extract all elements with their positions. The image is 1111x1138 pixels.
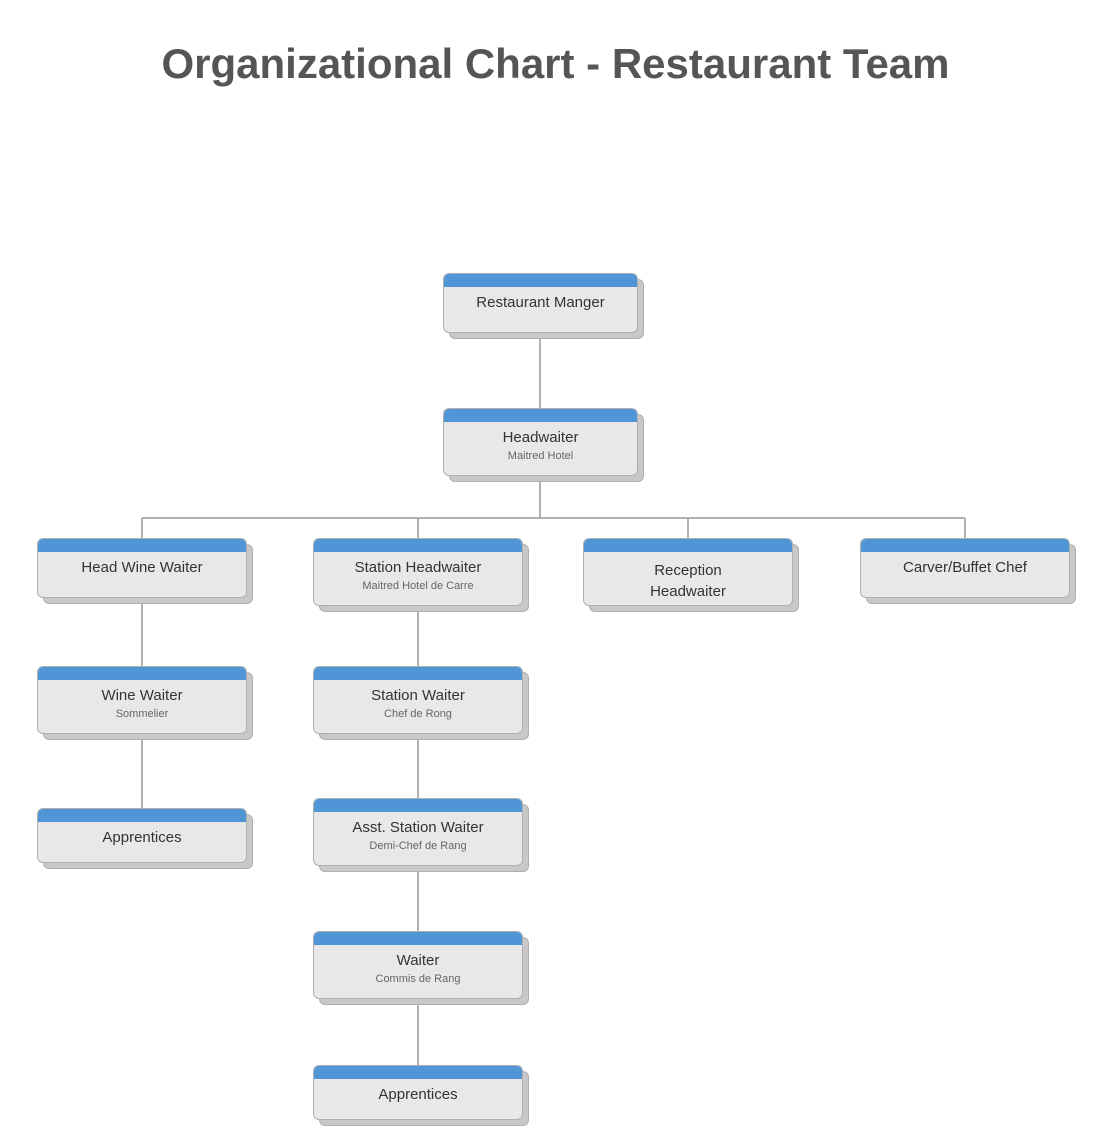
wine-waiter-label: Wine Waiter [38,680,246,708]
carver-buffet-chef-label: Carver/Buffet Chef [861,552,1069,580]
headwaiter-label: Headwaiter [444,422,637,450]
waiter-subtitle: Commis de Rang [314,973,522,991]
node-header [314,932,522,945]
head-wine-waiter-label: Head Wine Waiter [38,552,246,580]
node-header [584,539,792,552]
node-header [444,274,637,287]
node-header [38,809,246,822]
station-waiter-label: Station Waiter [314,680,522,708]
station-waiter-subtitle: Chef de Rong [314,708,522,726]
node-header [38,539,246,552]
node-header [38,667,246,680]
apprentices1-label: Apprentices [38,822,246,850]
node-header [314,667,522,680]
restaurant-manager-label: Restaurant Manger [444,287,637,315]
waiter-label: Waiter [314,945,522,973]
node-header [314,799,522,812]
node-header [314,539,522,552]
headwaiter-subtitle: Maitred Hotel [444,450,637,468]
node-header [444,409,637,422]
station-headwaiter-subtitle: Maitred Hotel de Carre [314,580,522,598]
asst-station-waiter-subtitle: Demi-Chef de Rang [314,840,522,858]
node-header [314,1066,522,1079]
apprentices2-label: Apprentices [314,1079,522,1107]
page-title: Organizational Chart - Restaurant Team [0,0,1111,118]
node-header [861,539,1069,552]
station-headwaiter-label: Station Headwaiter [314,552,522,580]
reception-headwaiter-label: ReceptionHeadwaiter [584,552,792,604]
wine-waiter-subtitle: Sommelier [38,708,246,726]
asst-station-waiter-label: Asst. Station Waiter [314,812,522,840]
